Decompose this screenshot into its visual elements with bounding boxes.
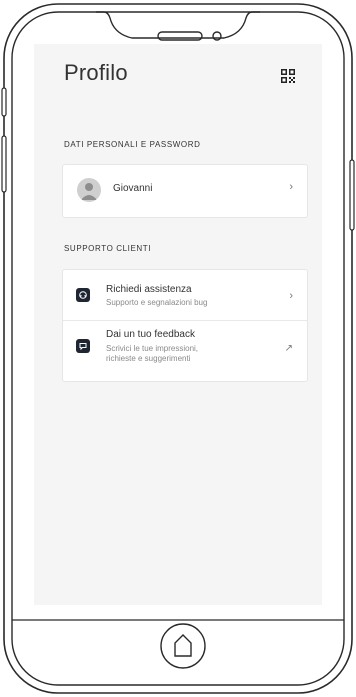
- section-title-personal: Dati personali e password: [64, 140, 201, 149]
- external-link-icon: ↗: [284, 343, 293, 354]
- item-subtitle: Supporto e segnalazioni bug: [106, 298, 208, 307]
- list-item-feedback[interactable]: Dai un tuo feedback Scrivici le tue impr…: [63, 321, 307, 381]
- page-title: Profilo: [64, 60, 128, 85]
- chevron-right-icon: ›: [289, 181, 293, 193]
- item-subtitle-line2: richieste e suggerimenti: [106, 354, 191, 363]
- qr-code-icon[interactable]: [280, 68, 296, 84]
- user-avatar-icon: [77, 178, 101, 202]
- user-name: Giovanni: [113, 183, 153, 194]
- user-card[interactable]: Giovanni ›: [62, 164, 308, 218]
- list-item-assistance[interactable]: Richiedi assistenza Supporto e segnalazi…: [63, 270, 307, 320]
- feedback-icon: [76, 339, 90, 353]
- chevron-right-icon: ›: [289, 290, 293, 302]
- support-card: Richiedi assistenza Supporto e segnalazi…: [62, 269, 308, 382]
- item-subtitle-line1: Scrivici le tue impressioni,: [106, 344, 199, 353]
- item-title: Dai un tuo feedback: [106, 329, 195, 340]
- item-title: Richiedi assistenza: [106, 284, 192, 295]
- assistance-icon: [76, 288, 90, 302]
- section-title-support: Supporto clienti: [64, 244, 152, 253]
- app-screen: Profilo Dati personali e password Gi: [34, 44, 322, 605]
- phone-mockup: Profilo Dati personali e password Gi: [0, 0, 356, 697]
